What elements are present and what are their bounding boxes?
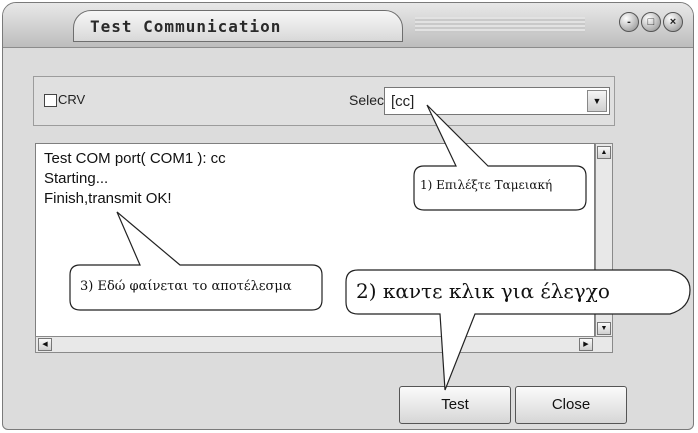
- annotation-layer: [69, 104, 691, 391]
- callout-2-text: 2) καντε κλικ για έλεγχο: [356, 279, 610, 303]
- callout-1-bubble: [413, 104, 587, 211]
- callout-1-text: 1) Επιλέξτε Ταμειακή: [420, 178, 553, 192]
- callout-3-bubble: [69, 211, 323, 311]
- callout-3-text: 3) Εδώ φαίνεται το αποτέλεσμα: [80, 279, 292, 294]
